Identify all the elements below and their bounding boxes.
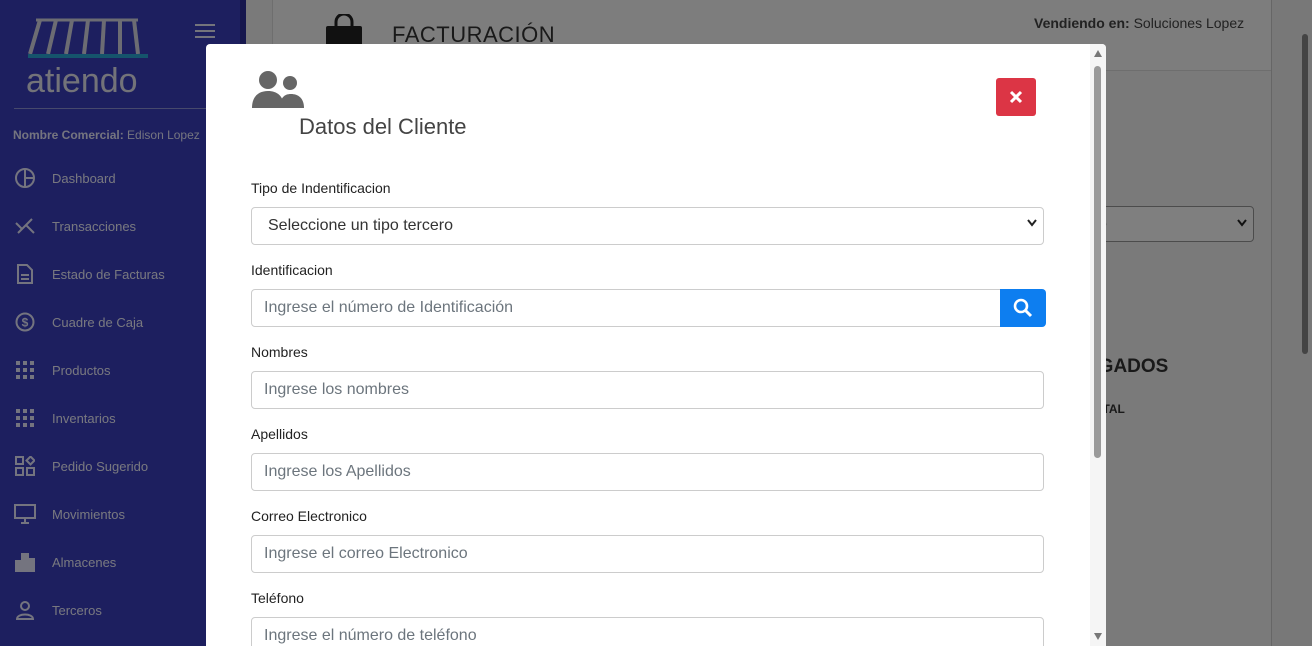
modal-title: Datos del Cliente (299, 114, 467, 139)
tipo-identificacion-label: Tipo de Indentificacion (251, 180, 391, 196)
users-icon (250, 70, 306, 115)
search-button[interactable] (1000, 289, 1046, 327)
correo-placeholder: Ingrese el correo Electronico (264, 545, 468, 562)
modal-scrollbar-thumb[interactable] (1094, 66, 1101, 458)
search-icon (1013, 298, 1033, 318)
close-button[interactable] (996, 78, 1036, 116)
cliente-modal: Datos del Cliente Tipo de Indentificacio… (206, 44, 1106, 646)
correo-input[interactable]: Ingrese el correo Electronico (251, 535, 1044, 573)
tipo-identificacion-value: Seleccione un tipo tercero (268, 217, 453, 234)
modal-scrollbar[interactable] (1090, 44, 1106, 646)
close-icon (1009, 90, 1023, 104)
telefono-label: Teléfono (251, 590, 304, 606)
apellidos-label: Apellidos (251, 426, 308, 442)
apellidos-input[interactable]: Ingrese los Apellidos (251, 453, 1044, 491)
nombres-input[interactable]: Ingrese los nombres (251, 371, 1044, 409)
tipo-identificacion-select[interactable]: Seleccione un tipo tercero (251, 207, 1044, 245)
scroll-up-arrow-icon[interactable] (1094, 50, 1102, 57)
nombres-placeholder: Ingrese los nombres (264, 381, 409, 398)
telefono-input[interactable]: Ingrese el número de teléfono (251, 617, 1044, 646)
scroll-down-arrow-icon[interactable] (1094, 633, 1102, 640)
identificacion-input[interactable]: Ingrese el número de Identificación (251, 289, 1001, 327)
identificacion-label: Identificacion (251, 262, 333, 278)
identificacion-placeholder: Ingrese el número de Identificación (264, 299, 514, 316)
correo-label: Correo Electronico (251, 508, 367, 524)
nombres-label: Nombres (251, 344, 308, 360)
telefono-placeholder: Ingrese el número de teléfono (264, 627, 477, 644)
chevron-down-icon (1027, 219, 1037, 227)
apellidos-placeholder: Ingrese los Apellidos (264, 463, 411, 480)
